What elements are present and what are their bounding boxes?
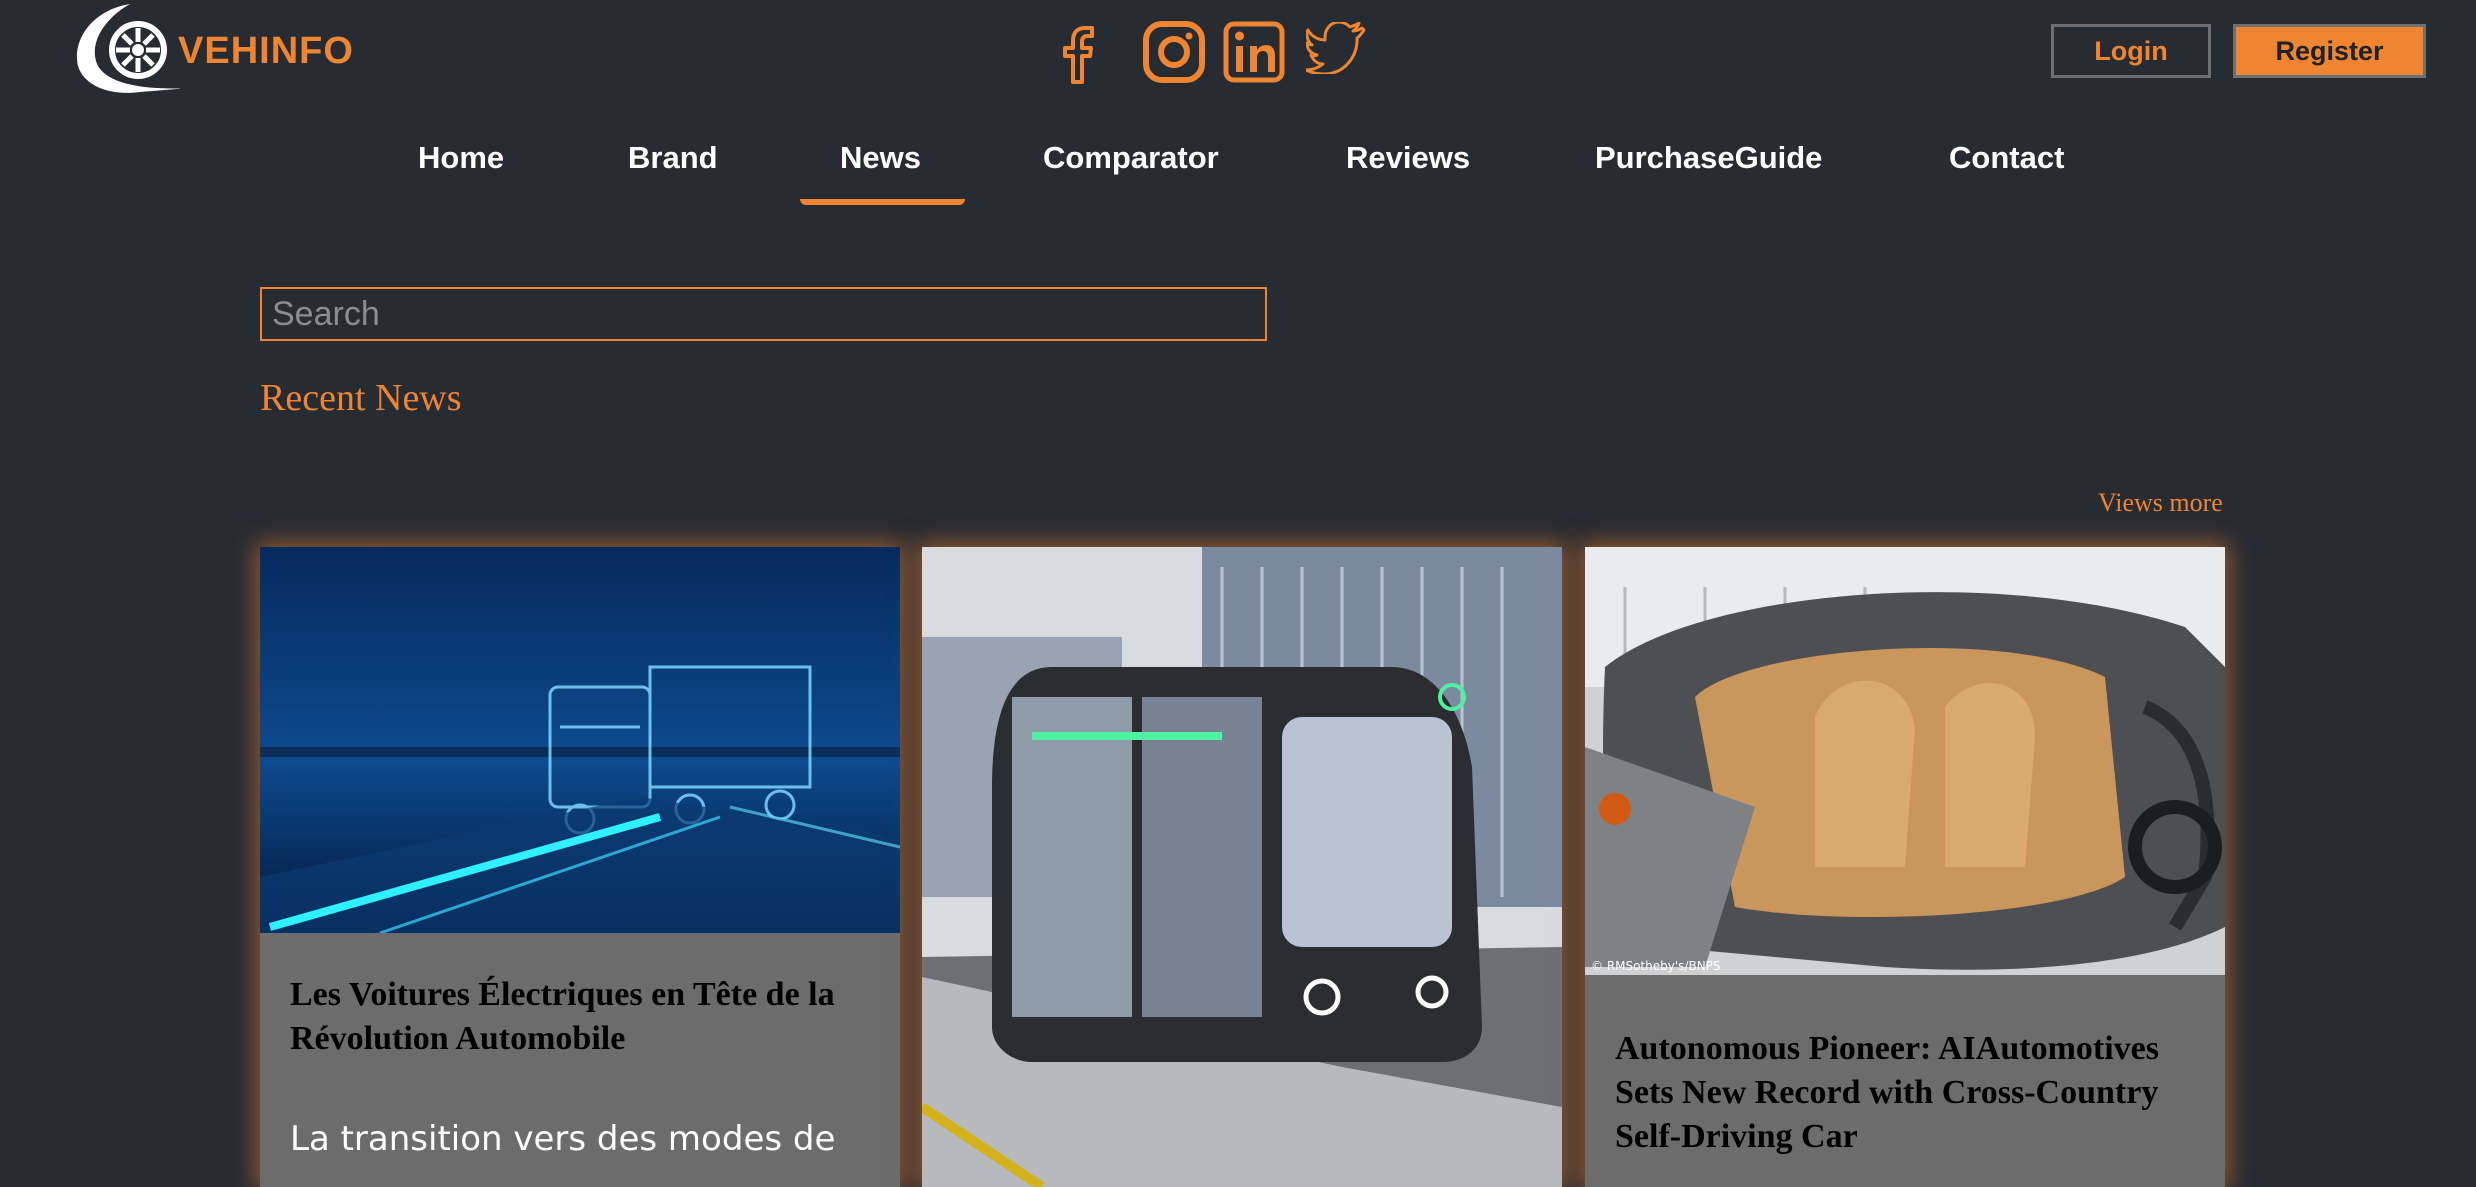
twitter-icon[interactable] <box>1306 22 1366 74</box>
login-button[interactable]: Login <box>2051 24 2211 78</box>
brand-logo[interactable]: VEHINFO <box>70 0 353 96</box>
register-button[interactable]: Register <box>2233 24 2426 78</box>
supercar-interior-image <box>1585 547 2225 975</box>
nav-item-comparator[interactable]: Comparator <box>1043 140 1219 190</box>
instagram-icon[interactable] <box>1142 20 1206 84</box>
news-card[interactable] <box>922 547 1562 1187</box>
facebook-icon[interactable] <box>1055 20 1105 84</box>
card-title[interactable]: Les Voitures Électriques en Tête de la R… <box>290 973 870 1061</box>
wheel-logo-icon <box>77 4 180 93</box>
image-credit: © RMSotheby's/BNPS <box>1591 959 1721 973</box>
autonomous-tram-image <box>922 547 1562 1187</box>
nav-item-reviews[interactable]: Reviews <box>1346 140 1470 190</box>
card-excerpt: La transition vers des modes de <box>290 1119 836 1159</box>
brand-name: VEHINFO <box>178 30 354 72</box>
card-title[interactable]: Autonomous Pioneer: AIAutomotives Sets N… <box>1615 1027 2195 1159</box>
nav-item-brand[interactable]: Brand <box>628 140 718 190</box>
nav-item-purchaseguide[interactable]: PurchaseGuide <box>1595 140 1822 190</box>
news-card[interactable]: Les Voitures Électriques en Tête de la R… <box>260 547 900 1187</box>
electric-truck-image <box>260 547 900 933</box>
linkedin-icon[interactable] <box>1222 20 1286 84</box>
news-card[interactable]: © RMSotheby's/BNPS Autonomous Pioneer: A… <box>1585 547 2225 1187</box>
nav-item-contact[interactable]: Contact <box>1949 140 2064 190</box>
nav-item-home[interactable]: Home <box>418 140 504 190</box>
active-nav-indicator <box>800 199 965 205</box>
section-title: Recent News <box>260 377 462 419</box>
nav-item-news[interactable]: News <box>840 140 921 190</box>
views-more-link[interactable]: Views more <box>2098 488 2223 518</box>
search-input[interactable] <box>260 287 1267 341</box>
